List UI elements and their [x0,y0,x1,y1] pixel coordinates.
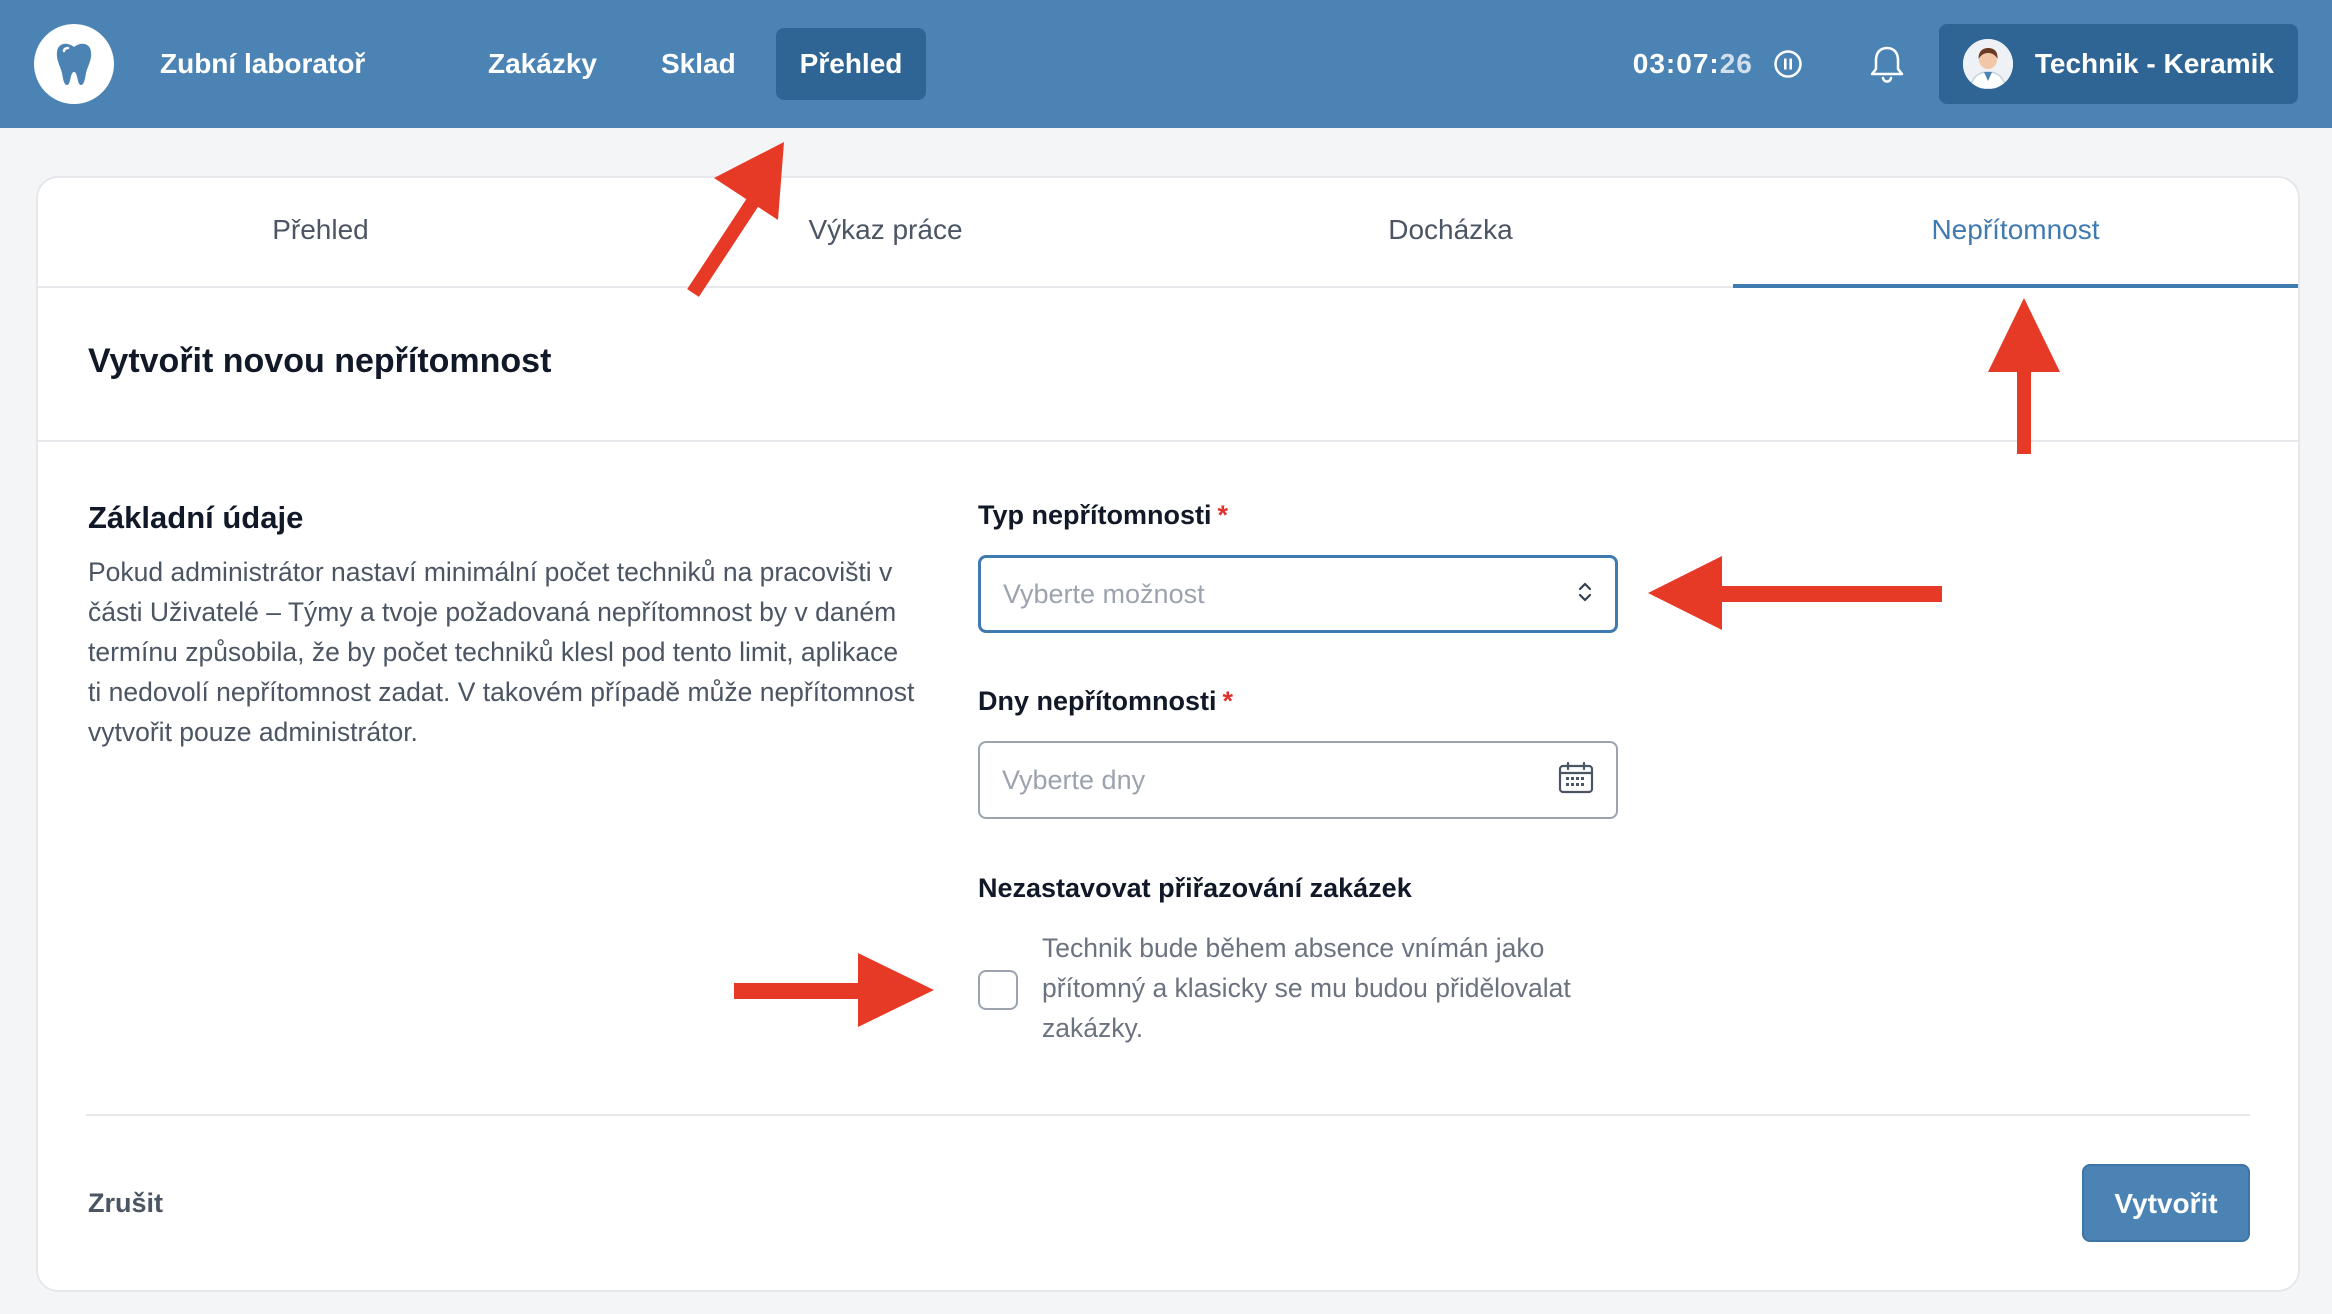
keep-assigning-checkbox[interactable] [978,970,1018,1010]
tab-prehled[interactable]: Přehled [38,178,603,286]
keep-assigning-label: Nezastavovat přiřazování zakázek [978,873,1412,903]
top-navbar: Zubní laboratoř Zakázky Sklad Přehled 03… [0,0,2332,128]
absence-type-label-text: Typ nepřítomnosti [978,500,1212,530]
section-title: Základní údaje [88,500,304,535]
nav-item-zakazky[interactable]: Zakázky [464,28,621,100]
user-name: Technik - Keramik [2034,48,2274,79]
required-mark: * [1222,686,1234,716]
calendar-icon [1558,761,1594,800]
main-nav: Zakázky Sklad Přehled [464,28,942,100]
absence-type-select[interactable]: Vyberte možnost [978,555,1618,633]
tab-vykaz-prace[interactable]: Výkaz práce [603,178,1168,286]
pause-icon[interactable] [1771,47,1805,81]
absence-days-label-text: Dny nepřítomnosti [978,686,1217,716]
tab-dochazka[interactable]: Docházka [1168,178,1733,286]
cancel-button[interactable]: Zrušit [88,1188,163,1219]
timer-seconds: 26 [1719,48,1753,79]
absence-days-label: Dny nepřítomnosti * [978,686,1233,717]
user-menu-button[interactable]: Technik - Keramik [1938,24,2298,104]
absence-card: Přehled Výkaz práce Docházka Nepřítomnos… [36,176,2300,1292]
nav-item-prehled[interactable]: Přehled [775,28,927,100]
section-description: Pokud administrátor nastaví minimální po… [88,557,915,747]
timer-main: 03:07: [1632,48,1720,79]
absence-days-placeholder: Vyberte dny [1002,764,1146,795]
app-brand[interactable]: Zubní laboratoř [160,48,460,80]
bell-icon[interactable] [1865,42,1909,86]
page-title: Vytvořit novou nepřítomnost [88,342,552,380]
work-timer: 03:07:26 [1633,48,1753,80]
divider [86,1114,2250,1116]
topbar-right: 03:07:26 Technik - Keramik [1633,24,2298,104]
absence-type-placeholder: Vyberte možnost [1003,578,1205,609]
section-tabs: Přehled Výkaz práce Docházka Nepřítomnos… [38,178,2298,288]
divider [38,440,2298,442]
create-button[interactable]: Vytvořit [2082,1164,2250,1242]
select-chevron-icon [1577,580,1593,609]
user-avatar [1962,39,2013,89]
keep-assigning-description: Technik bude během absence vnímán jako p… [1042,933,1571,1043]
required-mark: * [1217,500,1229,530]
nav-item-sklad[interactable]: Sklad [637,28,760,100]
tab-nepritomnost[interactable]: Nepřítomnost [1733,178,2298,288]
absence-type-label: Typ nepřítomnosti * [978,500,1228,531]
tooth-icon[interactable] [34,24,114,104]
absence-days-picker[interactable]: Vyberte dny [978,741,1618,819]
